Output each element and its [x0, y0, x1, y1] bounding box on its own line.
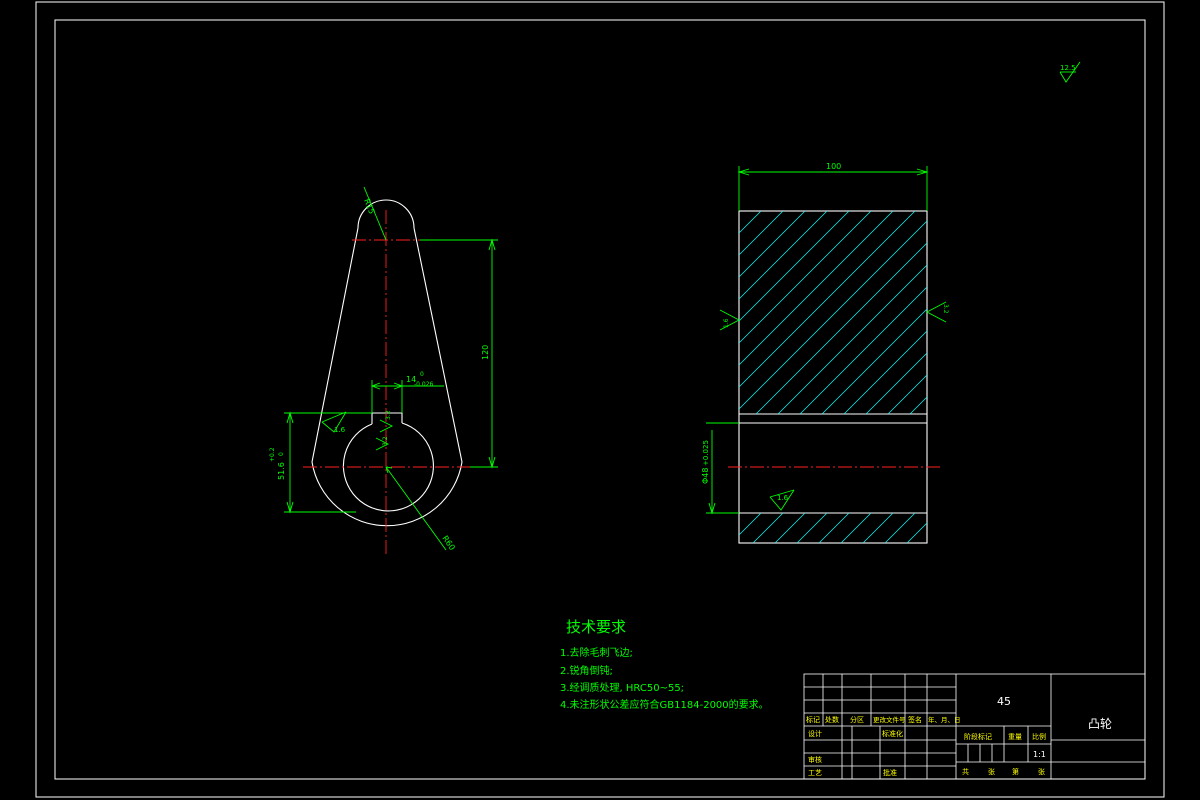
boss-radius-label: R60 [440, 534, 456, 552]
hatch-line [884, 513, 916, 543]
svg-text:重量: 重量 [1008, 733, 1022, 741]
svg-text:3.2: 3.2 [942, 304, 949, 314]
bore-roughness: 1.6 [769, 489, 795, 511]
hatch-line [821, 308, 927, 414]
arm-front-view: R15 120 14 0 -0.026 51.6 +0.2 0 R60 1.6 … [269, 186, 498, 555]
svg-text:设计: 设计 [808, 729, 822, 738]
hatch-line [865, 352, 927, 414]
keyway-depth-tol-upper: +0.2 [269, 447, 276, 462]
keyway-width-tol-lower: -0.026 [414, 381, 434, 388]
svg-text:3.2: 3.2 [382, 436, 389, 446]
svg-text:比例: 比例 [1032, 732, 1046, 741]
hatch-line [1064, 211, 1200, 414]
hatch-line [1086, 211, 1200, 414]
hatch-line [818, 513, 850, 543]
svg-text:批准: 批准 [883, 768, 897, 777]
section-view: 100 Φ48 +0.025 1.6 3.2 1.6 [701, 162, 1200, 544]
keyway-bottom-roughness: 3.2 [375, 436, 390, 451]
arm-left-roughness: 1.6 [321, 411, 347, 434]
arm-boss-arc [311, 461, 463, 527]
hatch-line [932, 211, 1135, 414]
top-radius-label: R15 [362, 197, 376, 215]
hatch-line [739, 211, 740, 212]
hatch-line [739, 513, 740, 514]
hatch-line [739, 211, 784, 256]
svg-text:年、月、日: 年、月、日 [928, 715, 961, 724]
tech-requirement-item: 1.去除毛刺飞边; [560, 646, 633, 659]
svg-text:更改文件号: 更改文件号 [873, 715, 906, 724]
hatch-line [1020, 211, 1200, 414]
tech-requirements: 技术要求 1.去除毛刺飞边; 2.锐角倒钝; 3.经调质处理, HRC50~55… [560, 618, 769, 711]
keyway-depth-tol-lower: 0 [278, 452, 285, 456]
tech-requirement-item: 3.经调质处理, HRC50~55; [560, 681, 684, 694]
hatch-line [909, 396, 927, 414]
hatch-line [774, 513, 806, 543]
section-outline [738, 210, 928, 544]
scale-value: 1:1 [1033, 750, 1046, 759]
hatch-line [1108, 211, 1200, 414]
svg-text:张: 张 [1038, 767, 1045, 776]
section-hatch-lower [739, 513, 981, 543]
center-distance-label: 120 [481, 345, 490, 360]
hatch-line [777, 264, 927, 414]
hatch-line [739, 220, 927, 410]
svg-text:共: 共 [962, 767, 969, 776]
hatch-line [739, 211, 872, 344]
svg-text:分区: 分区 [850, 715, 864, 724]
arm-right-side [413, 227, 463, 463]
svg-text:阶段标记: 阶段标记 [964, 732, 992, 741]
hatch-line [739, 211, 850, 322]
svg-text:第: 第 [1012, 767, 1019, 776]
tech-requirements-title: 技术要求 [566, 618, 626, 636]
outer-frame [35, 1, 1165, 798]
global-roughness-value: 12.5 [1060, 64, 1076, 72]
hatch-line [954, 211, 1157, 414]
hatch-line [796, 513, 828, 543]
svg-text:标记: 标记 [806, 715, 820, 724]
cad-drawing-canvas: 12.5 R15 120 14 0 -0.026 51.6 +0.2 0 R60… [35, 1, 1200, 798]
svg-text:工艺: 工艺 [808, 769, 822, 777]
svg-text:标准化: 标准化 [882, 729, 903, 738]
bore-dia-tol: +0.025 [702, 440, 710, 466]
hatch-line [1042, 211, 1200, 414]
tech-requirement-item: 4.未注形状公差应符合GB1184-2000的要求。 [560, 698, 769, 711]
hatch-line [929, 513, 959, 543]
hatch-line [739, 211, 806, 278]
svg-text:3.2: 3.2 [385, 410, 392, 420]
hatch-line [752, 513, 784, 543]
svg-text:1.6: 1.6 [723, 318, 730, 328]
svg-text:处数: 处数 [825, 715, 839, 724]
hatch-line [998, 211, 1200, 414]
section-left-roughness: 1.6 [719, 309, 740, 331]
hatch-line [887, 374, 927, 414]
tech-requirement-item: 2.锐角倒钝; [560, 664, 613, 677]
section-hatch-upper [739, 211, 1200, 414]
svg-text:签名: 签名 [908, 715, 922, 724]
hatch-line [862, 513, 894, 543]
svg-text:审核: 审核 [808, 755, 822, 764]
keyway-width-tol-upper: 0 [420, 371, 424, 378]
part-name-value: 凸轮 [1088, 717, 1112, 731]
svg-text:张: 张 [988, 767, 995, 776]
hatch-line [976, 211, 1179, 414]
hatch-line [739, 211, 894, 366]
section-width-label: 100 [826, 162, 841, 171]
section-right-roughness: 3.2 [926, 301, 949, 323]
hatch-line [840, 513, 872, 543]
global-roughness-symbol: 12.5 [1059, 61, 1081, 83]
hatch-line [951, 513, 981, 543]
bore-dia-label: Φ48 [701, 468, 710, 484]
hatch-line [739, 513, 762, 536]
material-value: 45 [997, 695, 1011, 708]
svg-text:1.6: 1.6 [777, 494, 789, 502]
hatch-line [739, 211, 916, 388]
svg-text:1.6: 1.6 [334, 426, 346, 434]
keyway-depth-label: 51.6 [277, 462, 286, 480]
title-block: 45 凸轮 1:1 标记 处数 分区 更改文件号 签名 年、月、日 设计 标准化… [803, 673, 1146, 780]
hatch-line [799, 286, 927, 414]
hatch-line [906, 522, 927, 543]
hatch-line [739, 211, 762, 234]
